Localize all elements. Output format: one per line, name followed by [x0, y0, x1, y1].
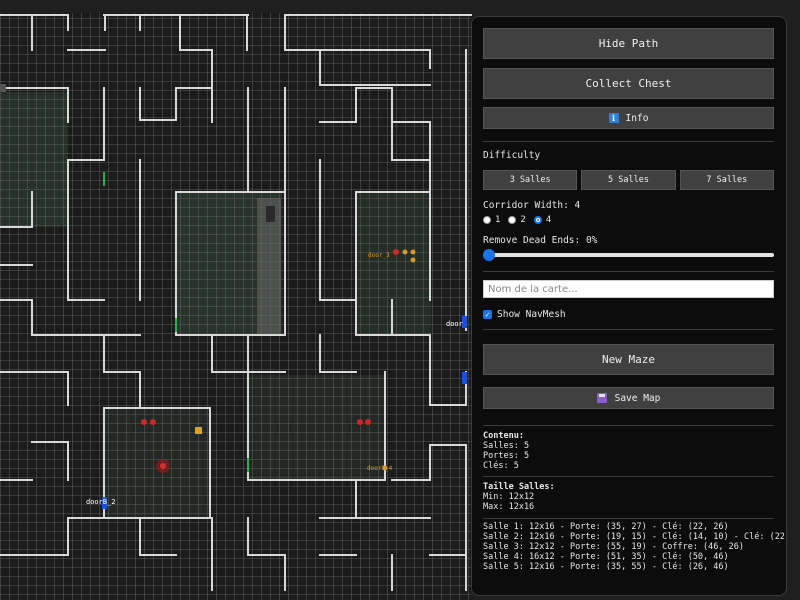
chest-icon [195, 427, 202, 434]
info-icon: i [608, 113, 619, 123]
corridor-radio-2-label: 2 [520, 215, 526, 225]
edge-marker [0, 84, 6, 92]
player-marker [156, 459, 170, 473]
show-navmesh-checkbox[interactable]: ✓ [483, 310, 492, 319]
difficulty-7-salles-button[interactable]: 7 Salles [679, 170, 774, 190]
entity-label-door5-4: door5_4 [367, 465, 393, 472]
taille-max: Max: 12x16 [483, 502, 535, 512]
divider [483, 476, 774, 477]
map-name-input[interactable] [483, 280, 774, 298]
room-line-4: Salle 4: 16x12 - Porte: (51, 35) - Clé: … [483, 552, 729, 562]
room-line-1: Salle 1: 12x16 - Porte: (35, 27) - Clé: … [483, 522, 729, 532]
info-button-label: Info [625, 112, 649, 124]
corridor-radio-1[interactable] [483, 216, 491, 224]
contenu-portes: Portes: 5 [483, 451, 530, 461]
difficulty-3-salles-button[interactable]: 3 Salles [483, 170, 578, 190]
divider [483, 425, 774, 426]
taille-section: Taille Salles: Min: 12x12 Max: 12x16 [483, 482, 775, 512]
entity-label-door-3: door_3 [368, 252, 390, 259]
contenu-cles: Clés: 5 [483, 461, 519, 471]
corridor-radio-1-label: 1 [495, 215, 501, 225]
save-map-label: Save Map [614, 392, 661, 404]
slider-track [483, 253, 774, 257]
entity-label-door: door [446, 320, 463, 328]
corridor-width-options: 1 2 4 [483, 215, 775, 225]
info-button[interactable]: i Info [483, 107, 774, 129]
contenu-salles: Salles: 5 [483, 441, 530, 451]
corridor-radio-4[interactable] [533, 216, 542, 224]
corridor-width-label: Corridor Width: 4 [483, 200, 581, 211]
collect-chest-button[interactable]: Collect Chest [483, 68, 774, 99]
corridor-radio-4-label: 4 [545, 215, 552, 225]
show-navmesh-label: Show NavMesh [497, 309, 566, 320]
new-maze-button[interactable]: New Maze [483, 344, 774, 375]
contenu-section: Contenu: Salles: 5 Portes: 5 Clés: 5 [483, 431, 775, 471]
slider-thumb[interactable] [483, 249, 495, 261]
control-panel: Hide Path Collect Chest i Info Difficult… [471, 16, 787, 596]
hide-path-button[interactable]: Hide Path [483, 28, 774, 59]
divider [483, 141, 774, 142]
divider [483, 518, 774, 519]
room-line-5: Salle 5: 12x16 - Porte: (35, 55) - Clé: … [483, 562, 729, 572]
room-line-2: Salle 2: 12x16 - Porte: (19, 15) - Clé: … [483, 532, 787, 542]
divider [483, 271, 774, 272]
path-marker [266, 206, 275, 222]
grid-lines [0, 13, 471, 600]
room-list: Salle 1: 12x16 - Porte: (35, 27) - Clé: … [483, 522, 787, 572]
taille-title: Taille Salles: [483, 482, 555, 492]
divider [483, 329, 774, 330]
show-navmesh-row: ✓ Show NavMesh [483, 309, 775, 320]
contenu-title: Contenu: [483, 431, 524, 441]
taille-min: Min: 12x12 [483, 492, 535, 502]
dead-ends-label: Remove Dead Ends: 0% [483, 235, 598, 246]
difficulty-options: 3 Salles 5 Salles 7 Salles [483, 170, 774, 190]
entity-label-doorb-2: doorB_2 [86, 498, 116, 506]
difficulty-5-salles-button[interactable]: 5 Salles [581, 170, 676, 190]
blue-door-marker [462, 372, 467, 384]
dead-ends-slider[interactable] [483, 249, 774, 261]
floppy-disk-icon [596, 393, 607, 403]
difficulty-label: Difficulty [483, 150, 541, 161]
room-line-3: Salle 3: 12x12 - Porte: (55, 19) - Coffr… [483, 542, 744, 552]
corridor-radio-2[interactable] [508, 216, 517, 224]
save-map-button[interactable]: Save Map [483, 387, 774, 409]
